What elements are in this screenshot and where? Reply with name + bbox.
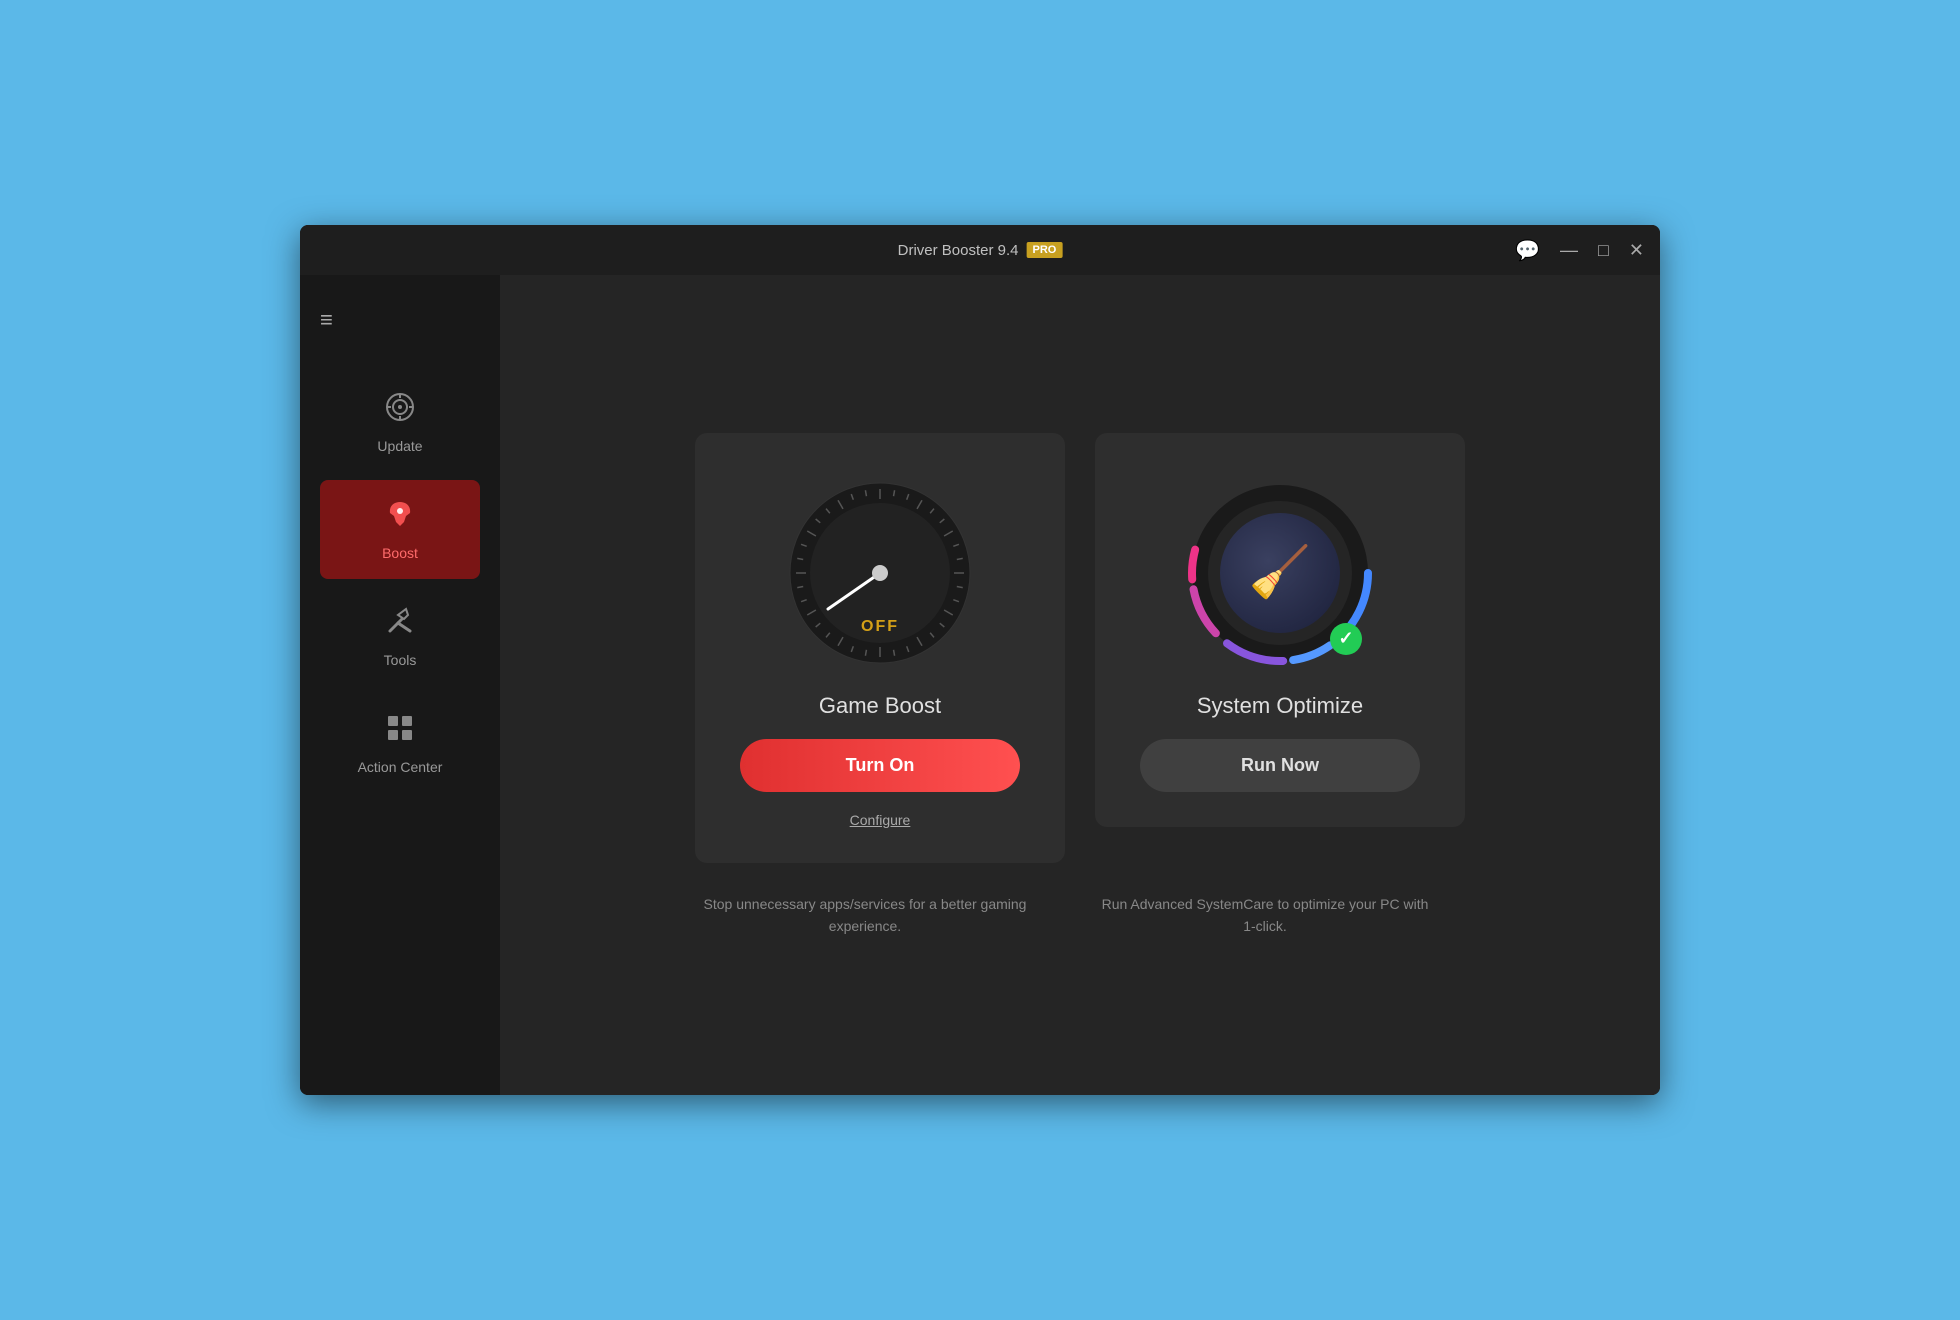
main-window: Driver Booster 9.4 PRO 💬 — □ ✕ ≡ xyxy=(300,225,1660,1095)
descriptions-row: Stop unnecessary apps/services for a bet… xyxy=(695,893,1465,938)
svg-text:OFF: OFF xyxy=(861,618,899,635)
sidebar-item-action-center-label: Action Center xyxy=(358,759,443,775)
title-bar-center: Driver Booster 9.4 PRO xyxy=(898,242,1063,259)
gauge-container: OFF xyxy=(780,473,980,673)
green-check-icon: ✓ xyxy=(1330,623,1362,655)
action-center-icon xyxy=(384,712,416,751)
sidebar-item-update[interactable]: Update xyxy=(320,373,480,472)
gauge-svg: OFF xyxy=(780,473,980,673)
system-optimize-desc-text: Run Advanced SystemCare to optimize your… xyxy=(1095,893,1435,938)
sidebar-item-tools-label: Tools xyxy=(384,652,417,668)
sidebar-item-action-center[interactable]: Action Center xyxy=(320,694,480,793)
sidebar-item-boost-label: Boost xyxy=(382,545,418,561)
run-now-button[interactable]: Run Now xyxy=(1140,739,1420,792)
update-icon xyxy=(384,391,416,430)
system-optimize-description: Run Advanced SystemCare to optimize your… xyxy=(1095,893,1465,938)
turn-on-button[interactable]: Turn On xyxy=(740,739,1020,792)
content-area: OFF Game Boost Turn On Configure xyxy=(500,275,1660,1095)
broom-circle: 🧹 xyxy=(1220,513,1340,633)
sidebar: ≡ Update xyxy=(300,275,500,1095)
game-boost-title: Game Boost xyxy=(819,693,941,719)
sidebar-item-tools[interactable]: Tools xyxy=(320,587,480,686)
boost-icon xyxy=(384,498,416,537)
sidebar-item-boost[interactable]: Boost xyxy=(320,480,480,579)
optimize-icon-container: 🧹 ✓ xyxy=(1180,473,1380,673)
chat-icon[interactable]: 💬 xyxy=(1515,238,1540,263)
system-optimize-title: System Optimize xyxy=(1197,693,1363,719)
sidebar-item-update-label: Update xyxy=(377,438,422,454)
close-button[interactable]: ✕ xyxy=(1629,241,1644,259)
pro-badge: PRO xyxy=(1027,242,1063,258)
hamburger-menu[interactable]: ≡ xyxy=(300,295,500,345)
broom-icon: 🧹 xyxy=(1249,543,1311,602)
title-bar-controls: 💬 — □ ✕ xyxy=(1515,238,1644,263)
configure-link[interactable]: Configure xyxy=(850,812,911,828)
app-title: Driver Booster 9.4 xyxy=(898,242,1019,259)
game-boost-card: OFF Game Boost Turn On Configure xyxy=(695,433,1065,863)
game-boost-desc-text: Stop unnecessary apps/services for a bet… xyxy=(695,893,1035,938)
system-optimize-card: 🧹 ✓ System Optimize Run Now xyxy=(1095,433,1465,827)
cards-row: OFF Game Boost Turn On Configure xyxy=(695,433,1465,863)
main-layout: ≡ Update xyxy=(300,275,1660,1095)
tools-icon xyxy=(384,605,416,644)
title-bar: Driver Booster 9.4 PRO 💬 — □ ✕ xyxy=(300,225,1660,275)
minimize-button[interactable]: — xyxy=(1560,241,1578,259)
maximize-button[interactable]: □ xyxy=(1598,241,1609,259)
game-boost-description: Stop unnecessary apps/services for a bet… xyxy=(695,893,1065,938)
